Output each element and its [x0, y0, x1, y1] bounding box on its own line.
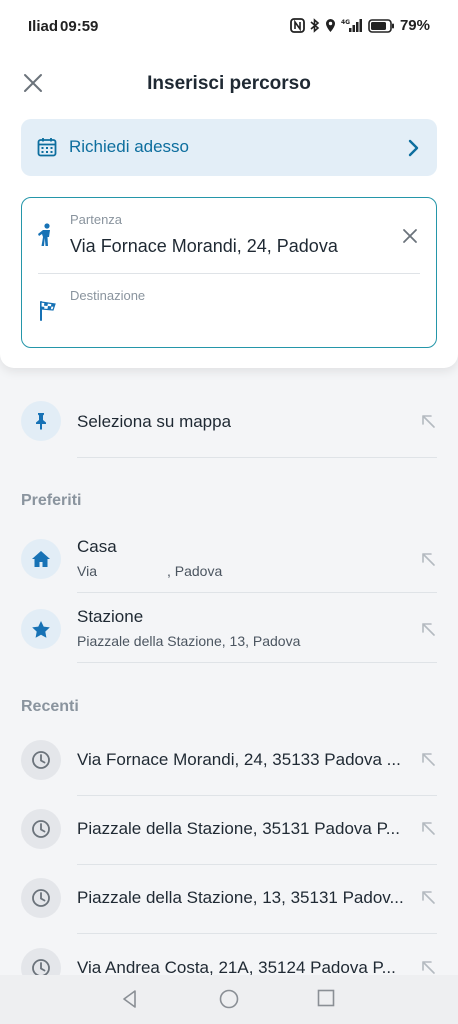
- fill-arrow-icon[interactable]: [420, 889, 436, 910]
- divider: [77, 662, 437, 663]
- request-now-label: Richiedi adesso: [69, 137, 190, 156]
- top-card: Iliad 09:59 4G 79% Inserisci percorso Ri…: [0, 0, 458, 368]
- home-nav-icon[interactable]: [219, 989, 239, 1014]
- recent-address: Piazzale della Stazione, 13, 35131 Padov…: [77, 888, 404, 907]
- select-on-map-item[interactable]: Seleziona su mappa: [0, 393, 458, 453]
- pin-icon: [21, 401, 61, 441]
- favorite-subtitle: Via , Padova: [77, 563, 223, 579]
- recent-address: Via Fornace Morandi, 24, 35133 Padova ..…: [77, 750, 401, 769]
- recent-address: Piazzale della Stazione, 35131 Padova P.…: [77, 819, 400, 838]
- chevron-right-icon: [407, 139, 419, 162]
- battery-percent: 79%: [399, 17, 430, 34]
- calendar-icon: [37, 137, 57, 162]
- divider: [77, 864, 437, 865]
- recent-item[interactable]: Via Fornace Morandi, 24, 35133 Padova ..…: [0, 730, 458, 790]
- status-time: 09:59: [60, 18, 99, 35]
- location-icon: [325, 18, 336, 33]
- signal-icon: 4G: [341, 18, 363, 33]
- clock-icon: [21, 809, 61, 849]
- route-box: Partenza Destinazione: [21, 197, 437, 348]
- divider: [77, 933, 437, 934]
- checkered-flag-icon: [39, 299, 57, 326]
- destination-input[interactable]: [70, 310, 410, 331]
- nfc-icon: [290, 18, 305, 33]
- bluetooth-icon: [310, 18, 320, 33]
- carrier-name: Iliad: [28, 18, 59, 35]
- home-icon: [21, 539, 61, 579]
- request-now-button[interactable]: Richiedi adesso: [21, 119, 437, 176]
- fill-arrow-icon[interactable]: [420, 413, 436, 434]
- divider: [77, 795, 437, 796]
- route-divider: [38, 273, 420, 274]
- svg-text:4G: 4G: [341, 19, 350, 26]
- recent-item[interactable]: Piazzale della Stazione, 13, 35131 Padov…: [0, 868, 458, 928]
- page-title: Inserisci percorso: [147, 73, 311, 94]
- favorite-title: Casa: [77, 537, 117, 556]
- fill-arrow-icon[interactable]: [420, 820, 436, 841]
- pedestrian-icon: [38, 223, 56, 252]
- from-label: Partenza: [70, 212, 123, 227]
- back-icon[interactable]: [120, 989, 140, 1014]
- divider: [77, 457, 437, 458]
- to-label: Destinazione: [70, 288, 146, 303]
- star-icon: [21, 609, 61, 649]
- from-input[interactable]: [70, 236, 390, 257]
- recents-nav-icon[interactable]: [317, 989, 335, 1012]
- clear-icon[interactable]: [402, 228, 418, 249]
- fill-arrow-icon[interactable]: [420, 621, 436, 642]
- divider: [77, 592, 437, 593]
- favorite-item-casa[interactable]: Casa Via , Padova: [0, 531, 458, 591]
- fill-arrow-icon[interactable]: [420, 551, 436, 572]
- header: Inserisci percorso: [0, 60, 458, 108]
- select-on-map-label: Seleziona su mappa: [77, 412, 232, 431]
- status-right: 4G 79%: [290, 17, 430, 34]
- favorite-subtitle: Piazzale della Stazione, 13, Padova: [77, 633, 301, 649]
- recent-item[interactable]: Piazzale della Stazione, 35131 Padova P.…: [0, 799, 458, 859]
- status-left: Iliad 09:59: [28, 18, 98, 35]
- clock-icon: [21, 878, 61, 918]
- favorites-title: Preferiti: [21, 492, 82, 509]
- clock-icon: [21, 740, 61, 780]
- favorite-title: Stazione: [77, 607, 144, 626]
- status-bar: Iliad 09:59 4G 79%: [0, 0, 458, 56]
- battery-icon: [368, 18, 395, 33]
- system-nav-bar: [0, 975, 458, 1024]
- favorite-item-stazione[interactable]: Stazione Piazzale della Stazione, 13, Pa…: [0, 601, 458, 661]
- fill-arrow-icon[interactable]: [420, 751, 436, 772]
- recents-title: Recenti: [21, 698, 79, 715]
